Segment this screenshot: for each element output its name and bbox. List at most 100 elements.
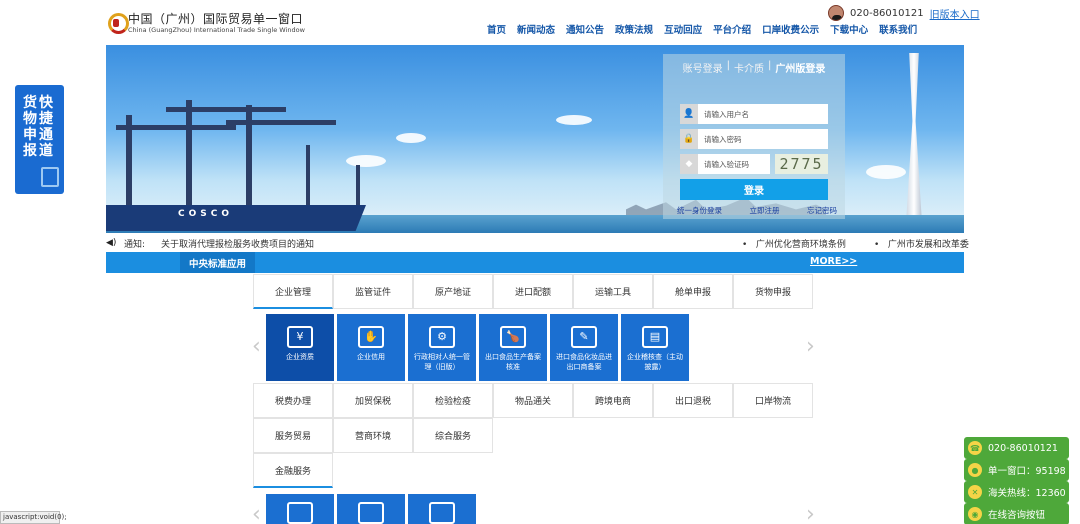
side-single-window-button[interactable]: ● 单一窗口：95198 <box>964 459 1069 481</box>
tile-enterprise-credit[interactable]: ✋ 企业信用 <box>337 314 405 381</box>
network-icon: ⚙ <box>429 326 455 348</box>
password-input[interactable]: 🔒 请输入密码 <box>680 129 828 149</box>
tile-import-food-cosmetics[interactable]: ✎ 进口食品化妆品进出口商备案 <box>550 314 618 381</box>
hero-banner: COSCO 账号登录 | 卡介质 | 广州版登录 👤 请输入用户名 🔒 请输入密… <box>106 45 964 233</box>
page: 中国（广州）国际贸易单一窗口 China (GuangZhou) Interna… <box>0 0 1080 524</box>
notice-item[interactable]: • 广州优化营商环境条例 <box>742 237 846 250</box>
more-link[interactable]: MORE>> <box>810 256 857 267</box>
document-icon <box>429 502 455 524</box>
tile-label: 出口食品生产备案核准 <box>485 353 541 371</box>
category-licenses[interactable]: 监管证件 <box>333 274 413 309</box>
captcha-input[interactable]: ◆ 请输入验证码 <box>680 154 770 174</box>
audit-icon: ▤ <box>642 326 668 348</box>
tile-label: 企业信用 <box>357 353 385 361</box>
forgot-password-link[interactable]: 忘记密码 <box>807 205 837 216</box>
ship-label: COSCO <box>178 209 233 219</box>
tab-account-login[interactable]: 账号登录 <box>683 60 723 75</box>
category-bonded[interactable]: 加贸保税 <box>333 383 413 418</box>
fast-channel-badge[interactable]: 货物申报快捷通道 <box>15 85 64 194</box>
site-logo[interactable]: 中国（广州）国际贸易单一窗口 China (GuangZhou) Interna… <box>106 11 305 35</box>
category-origin-cert[interactable]: 原产地证 <box>413 274 493 309</box>
tile-export-food[interactable]: 🍗 出口食品生产备案核准 <box>479 314 547 381</box>
nav-downloads[interactable]: 下载中心 <box>830 22 868 36</box>
chevron-right-icon[interactable]: › <box>806 502 815 524</box>
person-icon: ● <box>968 463 982 477</box>
tile-label: 进口食品化妆品进出口商备案 <box>556 353 612 371</box>
section-bar: 中央标准应用 MORE>> <box>106 252 964 273</box>
tile-finance-3[interactable] <box>408 494 476 524</box>
nav-policies[interactable]: 政策法规 <box>615 22 653 36</box>
category-finance[interactable]: 金融服务 <box>253 453 333 488</box>
header-phone: 020-86010121 <box>850 7 924 19</box>
chevron-left-icon[interactable]: ‹ <box>252 334 261 359</box>
crane <box>166 107 286 112</box>
category-manifest[interactable]: 舱单申报 <box>653 274 733 309</box>
tile-finance-2[interactable] <box>337 494 405 524</box>
crane <box>186 100 192 205</box>
chevron-right-icon[interactable]: › <box>806 334 815 359</box>
side-label: 海关热线：12360 <box>988 488 1066 499</box>
cloud <box>866 165 906 179</box>
category-business-env[interactable]: 营商环境 <box>333 418 413 453</box>
notice-item-text: 广州优化营商环境条例 <box>755 239 846 250</box>
notice-item[interactable]: • 广州市发展和改革委 <box>874 237 969 250</box>
badge-text: 快捷通道 <box>39 95 53 159</box>
side-customs-hotline-button[interactable]: ✕ 海关热线：12360 <box>964 481 1069 503</box>
speaker-icon: ◀) <box>106 238 117 248</box>
category-articles[interactable]: 物品通关 <box>493 383 573 418</box>
category-export-rebate[interactable]: 出口退税 <box>653 383 733 418</box>
nav-home[interactable]: 首页 <box>487 22 506 36</box>
nav-interaction[interactable]: 互动回应 <box>664 22 702 36</box>
category-inspection[interactable]: 检验检疫 <box>413 383 493 418</box>
cosmetics-icon: ✎ <box>571 326 597 348</box>
cargo-ship <box>106 205 366 231</box>
login-button[interactable]: 登录 <box>680 179 828 200</box>
username-input[interactable]: 👤 请输入用户名 <box>680 104 828 124</box>
side-label: 在线咨询按钮 <box>988 510 1046 521</box>
tile-enterprise-qualification[interactable]: ¥ 企业资质 <box>266 314 334 381</box>
status-bar: javascript:void(0); <box>0 511 67 524</box>
tab-central-standard[interactable]: 中央标准应用 <box>180 252 255 273</box>
unified-login-link[interactable]: 统一身份登录 <box>677 205 722 216</box>
username-placeholder: 请输入用户名 <box>704 109 749 119</box>
category-import-quota[interactable]: 进口配额 <box>493 274 573 309</box>
nav-news[interactable]: 新闻动态 <box>517 22 555 36</box>
crane <box>116 125 236 130</box>
login-panel: 账号登录 | 卡介质 | 广州版登录 👤 请输入用户名 🔒 请输入密码 ◆ 请输… <box>663 54 845 219</box>
category-port-logistics[interactable]: 口岸物流 <box>733 383 813 418</box>
category-enterprise-management[interactable]: 企业管理 <box>253 274 333 309</box>
notice-message[interactable]: 关于取消代理报检服务收费项目的通知 <box>161 237 314 250</box>
category-cross-border[interactable]: 跨境电商 <box>573 383 653 418</box>
register-link[interactable]: 立即注册 <box>750 205 780 216</box>
tile-finance-1[interactable] <box>266 494 334 524</box>
tile-enterprise-audit[interactable]: ▤ 企业稽核查（主动披露） <box>621 314 689 381</box>
main-nav: 首页 新闻动态 通知公告 政策法规 互动回应 平台介绍 口岸收费公示 下载中心 … <box>487 22 928 36</box>
finance-icon <box>358 502 384 524</box>
crane <box>356 165 360 205</box>
nav-contact[interactable]: 联系我们 <box>879 22 917 36</box>
notice-bar: ◀) 通知: 关于取消代理报检服务收费项目的通知 • 广州优化营商环境条例 • … <box>106 236 969 250</box>
chevron-left-icon[interactable]: ‹ <box>252 502 261 524</box>
category-tax[interactable]: 税费办理 <box>253 383 333 418</box>
cloud <box>556 115 592 125</box>
captcha-image[interactable]: 2775 <box>775 154 828 174</box>
category-goods-declaration[interactable]: 货物申报 <box>733 274 813 309</box>
tile-admin-counterpart[interactable]: ⚙ 行政相对人统一管理（旧版） <box>408 314 476 381</box>
tab-guangzhou-login[interactable]: 广州版登录 <box>775 60 825 75</box>
old-version-link[interactable]: 旧版本入口 <box>930 6 980 21</box>
category-service-trade[interactable]: 服务贸易 <box>253 418 333 453</box>
tile-label: 企业资质 <box>286 353 314 361</box>
tab-separator: | <box>726 60 730 71</box>
category-general-service[interactable]: 综合服务 <box>413 418 493 453</box>
side-online-consult-button[interactable]: ◉ 在线咨询按钮 <box>964 503 1069 524</box>
login-tabs: 账号登录 | 卡介质 | 广州版登录 <box>663 60 845 75</box>
side-phone-button[interactable]: ☎ 020-86010121 <box>964 437 1069 459</box>
nav-about[interactable]: 平台介绍 <box>713 22 751 36</box>
nav-port-fees[interactable]: 口岸收费公示 <box>762 22 819 36</box>
category-transport[interactable]: 运输工具 <box>573 274 653 309</box>
tab-card-login[interactable]: 卡介质 <box>734 60 764 75</box>
nav-notices[interactable]: 通知公告 <box>566 22 604 36</box>
tab-separator: | <box>768 60 772 71</box>
notice-item-text: 广州市发展和改革委 <box>887 239 969 250</box>
tile-label: 企业稽核查（主动披露） <box>627 353 683 371</box>
